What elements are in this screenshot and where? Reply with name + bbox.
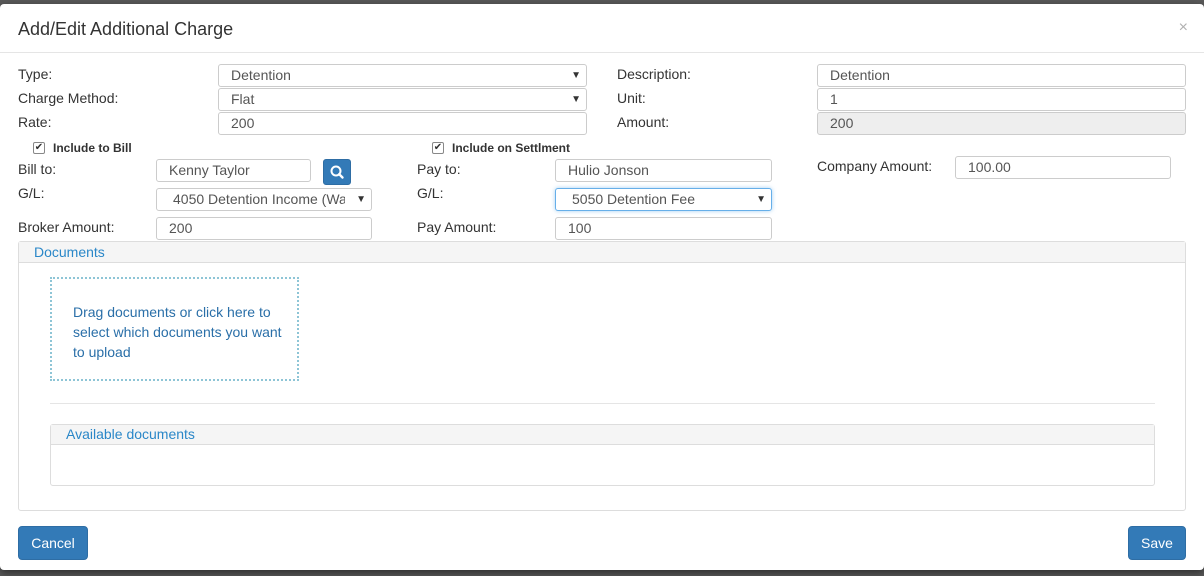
type-label: Type: xyxy=(18,66,53,82)
broker-amount-label: Broker Amount: xyxy=(18,219,115,235)
rate-label: Rate: xyxy=(18,114,52,130)
close-icon[interactable]: × xyxy=(1179,20,1188,36)
documents-panel: Documents Drag documents or click here t… xyxy=(18,241,1186,511)
description-input[interactable]: Detention xyxy=(817,64,1186,87)
company-amount-label: Company Amount: xyxy=(817,158,933,174)
include-to-bill-checkbox[interactable]: ✔ xyxy=(33,142,45,154)
bill-to-label: Bill to: xyxy=(18,161,57,177)
chevron-down-icon: ▼ xyxy=(352,189,366,210)
available-documents-header: Available documents xyxy=(51,425,1154,445)
amount-label: Amount: xyxy=(617,114,670,130)
amount-input: 200 xyxy=(817,112,1186,135)
chevron-down-icon: ▼ xyxy=(567,89,581,110)
available-documents-panel: Available documents xyxy=(50,424,1155,486)
company-amount-input[interactable]: 100.00 xyxy=(955,156,1171,179)
pay-gl-value: 5050 Detention Fee xyxy=(572,191,695,207)
pay-to-input[interactable]: Hulio Jonson xyxy=(555,159,772,182)
dropzone-text: Drag documents or click here to select w… xyxy=(73,304,282,360)
unit-input[interactable]: 1 xyxy=(817,88,1186,111)
cancel-button[interactable]: Cancel xyxy=(18,526,88,560)
modal-title: Add/Edit Additional Charge xyxy=(18,19,234,39)
pay-to-label: Pay to: xyxy=(417,161,461,177)
checkmark-icon: ✔ xyxy=(34,142,44,153)
rate-input[interactable]: 200 xyxy=(218,112,587,135)
documents-panel-header: Documents xyxy=(19,242,1185,263)
bill-to-search-button[interactable] xyxy=(323,159,351,185)
bill-to-input[interactable]: Kenny Taylor xyxy=(156,159,311,182)
bill-gl-label: G/L: xyxy=(18,185,45,201)
type-select[interactable]: Detention ▼ xyxy=(218,64,587,87)
add-edit-charge-modal: Add/Edit Additional Charge × Type: Deten… xyxy=(0,4,1204,570)
save-button[interactable]: Save xyxy=(1128,526,1186,560)
divider xyxy=(50,403,1155,404)
pay-amount-input[interactable]: 100 xyxy=(555,217,772,240)
charge-method-select[interactable]: Flat ▼ xyxy=(218,88,587,111)
pay-amount-label: Pay Amount: xyxy=(417,219,497,235)
modal-header: Add/Edit Additional Charge × xyxy=(0,4,1204,53)
charge-method-label: Charge Method: xyxy=(18,90,119,106)
include-to-bill-label: Include to Bill xyxy=(53,141,132,155)
chevron-down-icon: ▼ xyxy=(752,189,766,210)
bill-gl-value: 4050 Detention Income (Wa xyxy=(173,191,345,207)
unit-label: Unit: xyxy=(617,90,646,106)
include-on-settlement-label: Include on Settlment xyxy=(452,141,571,155)
pay-gl-select[interactable]: 5050 Detention Fee ▼ xyxy=(555,188,772,211)
include-on-settlement-checkbox[interactable]: ✔ xyxy=(432,142,444,154)
broker-amount-input[interactable]: 200 xyxy=(156,217,372,240)
available-documents-title: Available documents xyxy=(66,426,195,442)
checkmark-icon: ✔ xyxy=(433,142,443,153)
charge-method-value: Flat xyxy=(231,91,255,107)
search-icon xyxy=(330,165,344,179)
chevron-down-icon: ▼ xyxy=(567,65,581,86)
pay-gl-label: G/L: xyxy=(417,185,444,201)
document-dropzone[interactable]: Drag documents or click here to select w… xyxy=(50,277,299,381)
type-select-value: Detention xyxy=(231,67,291,83)
bill-gl-select[interactable]: 4050 Detention Income (Wa ▼ xyxy=(156,188,372,211)
documents-title: Documents xyxy=(34,244,105,260)
description-label: Description: xyxy=(617,66,691,82)
